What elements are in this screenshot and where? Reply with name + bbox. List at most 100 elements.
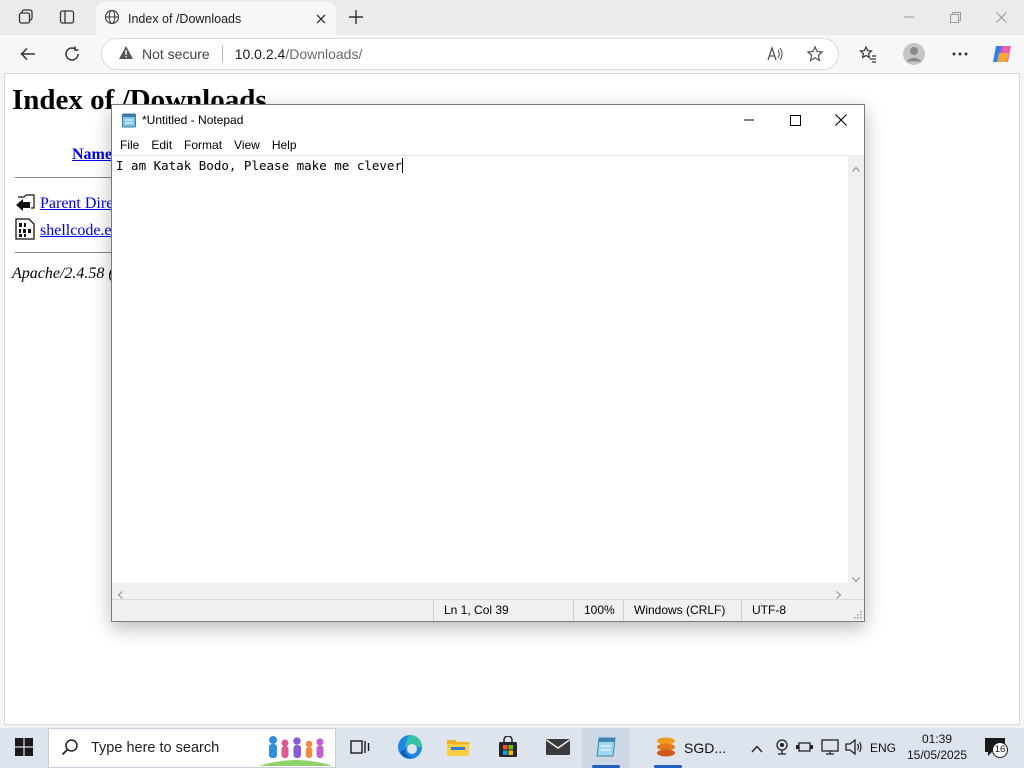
sgd-app-icon: [654, 736, 678, 761]
text-caret: [401, 158, 403, 173]
scrollbar-corner: [848, 583, 864, 599]
resize-grip-icon[interactable]: [852, 608, 862, 622]
read-aloud-icon[interactable]: [766, 45, 784, 66]
notification-icon: 16: [984, 737, 1008, 760]
taskbar-sgd-app[interactable]: SGD...: [644, 728, 732, 768]
notepad-app-icon: [121, 112, 137, 131]
taskbar-mail[interactable]: [534, 728, 582, 768]
notepad-maximize-button[interactable]: [772, 105, 818, 135]
webcam-icon: [775, 738, 789, 758]
taskbar-task-view[interactable]: [336, 728, 384, 768]
divider: [15, 252, 125, 253]
menu-format[interactable]: Format: [179, 138, 227, 152]
menu-file[interactable]: File: [115, 138, 144, 152]
tray-webcam[interactable]: [771, 728, 793, 768]
mail-icon: [545, 738, 571, 759]
status-zoom: 100%: [573, 600, 623, 621]
workspaces-icon[interactable]: [10, 1, 42, 33]
sgd-app-label: SGD...: [684, 740, 727, 756]
notepad-close-button[interactable]: [818, 105, 864, 135]
list-item[interactable]: shellcode.e: [15, 218, 112, 243]
chevron-up-icon: [751, 741, 763, 756]
refresh-icon[interactable]: [56, 38, 88, 70]
search-icon: [61, 738, 79, 759]
store-icon: [497, 734, 519, 761]
network-icon: [821, 738, 839, 758]
tab-title: Index of /Downloads: [128, 11, 242, 26]
close-tab-icon[interactable]: [310, 8, 332, 30]
address-separator: [221, 45, 223, 63]
security-status[interactable]: Not secure: [142, 46, 210, 62]
notepad-title: *Untitled - Notepad: [142, 113, 244, 127]
menu-view[interactable]: View: [229, 138, 265, 152]
browser-tab-strip: Index of /Downloads: [0, 0, 1024, 35]
column-header-name[interactable]: Name: [72, 146, 112, 164]
search-placeholder[interactable]: Type here to search: [91, 740, 219, 756]
scroll-up-arrow-icon[interactable]: [852, 160, 860, 175]
notification-center-button[interactable]: 16: [978, 728, 1012, 768]
browser-toolbar: Not secure 10.0.2.4 /Downloads/: [0, 35, 1024, 73]
horizontal-scrollbar[interactable]: [112, 583, 848, 599]
divider: [15, 177, 125, 178]
start-button[interactable]: [0, 728, 48, 768]
status-cursor-position: Ln 1, Col 39: [433, 600, 573, 621]
tray-device[interactable]: [794, 728, 816, 768]
notepad-icon: [593, 735, 619, 762]
address-bar[interactable]: Not secure 10.0.2.4 /Downloads/: [101, 38, 839, 70]
tray-volume[interactable]: [843, 728, 865, 768]
tray-language[interactable]: ENG: [867, 728, 899, 768]
minimize-window-button[interactable]: [886, 0, 932, 34]
url-host[interactable]: 10.0.2.4: [235, 46, 286, 62]
taskbar: Type here to search SGD... ENG 01:39 15/…: [0, 728, 1024, 768]
notepad-window[interactable]: *Untitled - Notepad File Edit Format Vie…: [111, 104, 865, 622]
new-tab-button[interactable]: [340, 1, 372, 33]
clock-date: 15/05/2025: [906, 748, 968, 762]
browser-tab[interactable]: Index of /Downloads: [96, 2, 336, 35]
notepad-titlebar[interactable]: *Untitled - Notepad: [112, 105, 864, 135]
favorite-star-icon[interactable]: [806, 45, 824, 66]
url-path[interactable]: /Downloads/: [285, 46, 362, 62]
list-item[interactable]: Parent Dire: [15, 192, 113, 215]
speaker-icon: [845, 738, 863, 758]
shellcode-file-link[interactable]: shellcode.e: [40, 222, 112, 240]
server-signature: Apache/2.4.58 (: [12, 265, 114, 282]
status-line-ending: Windows (CRLF): [623, 600, 741, 621]
edge-icon: [397, 734, 423, 763]
file-explorer-icon: [446, 737, 470, 760]
menu-help[interactable]: Help: [267, 138, 302, 152]
warning-triangle-icon[interactable]: [118, 45, 134, 63]
show-hidden-icons-button[interactable]: [746, 728, 768, 768]
taskbar-clock[interactable]: 01:39 15/05/2025: [903, 731, 971, 763]
copilot-icon[interactable]: [986, 38, 1018, 70]
back-folder-icon: [15, 192, 35, 215]
notification-count-badge: 16: [992, 741, 1008, 758]
taskbar-notepad[interactable]: [582, 728, 630, 768]
close-window-button[interactable]: [978, 0, 1024, 34]
vertical-tabs-icon[interactable]: [51, 1, 83, 33]
favorites-icon[interactable]: [852, 38, 884, 70]
notepad-status-bar: Ln 1, Col 39 100% Windows (CRLF) UTF-8: [112, 599, 864, 621]
status-encoding: UTF-8: [741, 600, 851, 621]
taskbar-store[interactable]: [484, 728, 532, 768]
clock-time: 01:39: [921, 732, 953, 746]
language-indicator: ENG: [869, 741, 896, 755]
taskbar-file-explorer[interactable]: [434, 728, 482, 768]
more-options-icon[interactable]: [944, 38, 976, 70]
restore-window-button[interactable]: [932, 0, 978, 34]
text-content[interactable]: I am Katak Bodo, Please make me clever: [116, 158, 402, 173]
usb-device-icon: [796, 740, 814, 757]
binary-file-icon: [15, 218, 35, 243]
notepad-minimize-button[interactable]: [726, 105, 772, 135]
notepad-text-area[interactable]: I am Katak Bodo, Please make me clever: [112, 155, 848, 583]
tray-network[interactable]: [819, 728, 841, 768]
notepad-menubar: File Edit Format View Help: [112, 135, 864, 155]
back-arrow-icon[interactable]: [12, 38, 44, 70]
taskbar-edge[interactable]: [386, 728, 434, 768]
text-line[interactable]: I am Katak Bodo, Please make me clever: [116, 158, 403, 173]
menu-edit[interactable]: Edit: [146, 138, 177, 152]
parent-directory-link[interactable]: Parent Dire: [40, 195, 113, 213]
vertical-scrollbar[interactable]: [848, 155, 864, 583]
profile-avatar-icon[interactable]: [898, 38, 930, 70]
taskbar-search-box[interactable]: Type here to search: [48, 728, 336, 768]
task-view-icon: [350, 738, 370, 759]
